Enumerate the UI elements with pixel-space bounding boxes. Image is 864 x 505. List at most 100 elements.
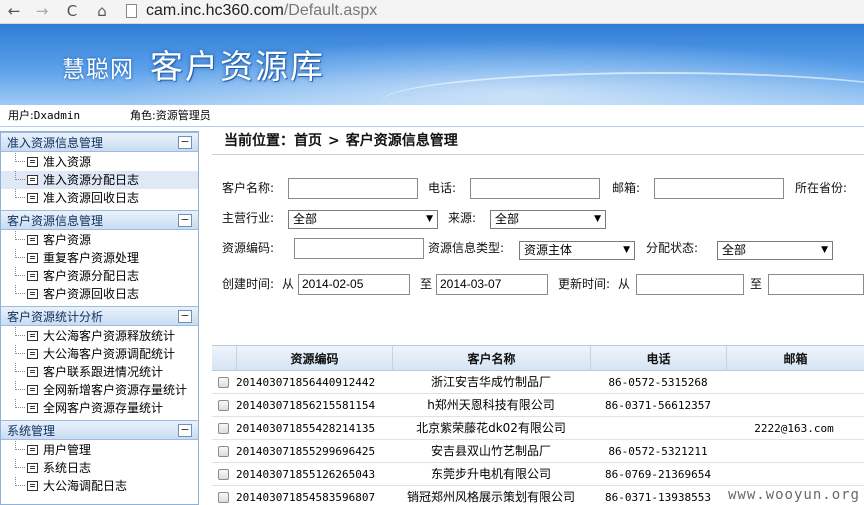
sidebar-item-users[interactable]: 用户管理	[1, 441, 198, 459]
sidebar-item-system-log[interactable]: 系统日志	[1, 459, 198, 477]
sidebar-item-followup-stats[interactable]: 客户联系跟进情况统计	[1, 363, 198, 381]
sidebar-item-label: 客户资源分配日志	[43, 269, 140, 283]
update-time-label: 更新时间:	[558, 277, 611, 291]
row-checkbox[interactable]	[218, 469, 229, 480]
assign-status-select[interactable]: 全部 ▼	[717, 241, 833, 260]
sidebar-item-access-assign-log[interactable]: 准入资源分配日志	[1, 171, 198, 189]
sidebar-item-label: 大公海客户资源释放统计	[43, 329, 176, 343]
menu-group-items: 大公海客户资源释放统计 大公海客户资源调配统计 客户联系跟进情况统计 全网新增客…	[1, 326, 198, 420]
cell-phone: 86-0572-5321211	[608, 445, 708, 458]
sidebar-item-access-resources[interactable]: 准入资源	[1, 153, 198, 171]
sidebar-item-customer-resources[interactable]: 客户资源	[1, 231, 198, 249]
address-bar[interactable]: cam.inc.hc360.com/Default.aspx	[120, 0, 864, 23]
dropdown-arrow-icon: ▼	[821, 245, 828, 255]
menu-group-title: 客户资源统计分析	[7, 310, 104, 324]
cell-email	[726, 394, 862, 417]
cell-customer-name[interactable]: 东莞步升电机有限公司	[392, 463, 590, 486]
header-phone[interactable]: 电话	[590, 346, 726, 372]
sidebar-item-new-stock-stats[interactable]: 全网新增客户资源存量统计	[1, 381, 198, 399]
sidebar-item-stock-stats[interactable]: 全网客户资源存量统计	[1, 399, 198, 417]
breadcrumb-home[interactable]: 当前位置：首页	[224, 133, 322, 149]
update-to-input[interactable]	[768, 274, 864, 295]
info-type-select[interactable]: 资源主体 ▼	[519, 241, 635, 260]
back-arrow-icon[interactable]: ←	[4, 2, 24, 20]
row-checkbox[interactable]	[218, 446, 229, 457]
info-type-selected: 资源主体	[524, 243, 573, 257]
table-row[interactable]: 201403071855126265043 东莞步升电机有限公司 86-0769…	[212, 463, 864, 486]
cell-customer-name[interactable]: 浙江安吉华成竹制品厂	[392, 371, 590, 394]
header-select-cell	[212, 346, 236, 372]
sidebar-item-release-stats[interactable]: 大公海客户资源释放统计	[1, 327, 198, 345]
collapse-icon[interactable]: −	[178, 310, 192, 323]
table-row[interactable]: 201403071855428214135 北京紫荣藤花dk02有限公司 222…	[212, 417, 864, 440]
row-checkbox[interactable]	[218, 377, 229, 388]
list-icon	[27, 175, 38, 185]
list-icon	[27, 157, 38, 167]
sidebar-item-allocation-stats[interactable]: 大公海客户资源调配统计	[1, 345, 198, 363]
sidebar-item-customer-assign-log[interactable]: 客户资源分配日志	[1, 267, 198, 285]
customer-name-label: 客户名称:	[222, 181, 275, 195]
collapse-icon[interactable]: −	[178, 214, 192, 227]
cell-resource-code: 201403071855299696425	[236, 445, 376, 458]
menu-group-customer-resources[interactable]: 客户资源信息管理 −	[1, 210, 198, 230]
update-from-input[interactable]	[636, 274, 744, 295]
header-resource-code[interactable]: 资源编码	[236, 346, 392, 372]
header-customer-name[interactable]: 客户名称	[392, 346, 590, 372]
phone-input[interactable]	[470, 178, 600, 199]
url-path: /Default.aspx	[283, 2, 378, 19]
sidebar-item-allocation-log[interactable]: 大公海调配日志	[1, 477, 198, 495]
forward-arrow-icon[interactable]: →	[32, 2, 52, 20]
sidebar-item-access-recycle-log[interactable]: 准入资源回收日志	[1, 189, 198, 207]
dropdown-arrow-icon: ▼	[623, 245, 630, 255]
sidebar-item-duplicate-resources[interactable]: 重复客户资源处理	[1, 249, 198, 267]
source-select[interactable]: 全部 ▼	[490, 210, 606, 229]
create-from-label: 从	[282, 277, 295, 291]
sidebar-item-label: 重复客户资源处理	[43, 251, 140, 265]
role-label: 角色:	[130, 109, 156, 122]
breadcrumb-separator: >	[328, 133, 340, 149]
collapse-icon[interactable]: −	[178, 424, 192, 437]
table-row[interactable]: 201403071856440912442 浙江安吉华成竹制品厂 86-0572…	[212, 371, 864, 394]
cell-customer-name[interactable]: 北京紫荣藤花dk02有限公司	[392, 417, 590, 440]
update-from-label: 从	[618, 277, 631, 291]
table-row[interactable]: 201403071856215581154 h郑州天恩科技有限公司 86-037…	[212, 394, 864, 417]
list-icon	[27, 367, 38, 377]
customer-name-input[interactable]	[288, 178, 418, 199]
row-checkbox[interactable]	[218, 400, 229, 411]
dropdown-arrow-icon: ▼	[426, 214, 433, 224]
list-icon	[27, 235, 38, 245]
table-header: 资源编码 客户名称 电话 邮箱	[212, 345, 864, 372]
row-checkbox[interactable]	[218, 423, 229, 434]
cell-resource-code: 201403071854583596807	[236, 491, 376, 504]
industry-select[interactable]: 全部 ▼	[288, 210, 438, 229]
resource-code-label: 资源编码:	[222, 241, 275, 255]
menu-group-system[interactable]: 系统管理 −	[1, 420, 198, 440]
role-value: 资源管理员	[155, 109, 211, 122]
email-label: 邮箱:	[612, 181, 641, 195]
list-icon	[27, 349, 38, 359]
collapse-icon[interactable]: −	[178, 136, 192, 149]
header-email[interactable]: 邮箱	[726, 346, 864, 372]
resource-table: 资源编码 客户名称 电话 邮箱 201403071856440912442 浙江…	[212, 345, 864, 505]
cell-customer-name[interactable]: 销冠郑州风格展示策划有限公司	[392, 486, 590, 505]
reload-icon[interactable]: C	[62, 2, 82, 20]
current-role: 角色:资源管理员	[130, 105, 211, 127]
email-input[interactable]	[654, 178, 784, 199]
menu-group-items: 客户资源 重复客户资源处理 客户资源分配日志 客户资源回收日志	[1, 230, 198, 306]
user-label: 用户:	[8, 109, 34, 122]
resource-code-input[interactable]	[294, 238, 424, 259]
home-icon[interactable]: ⌂	[92, 2, 112, 20]
list-icon	[27, 289, 38, 299]
menu-group-statistics[interactable]: 客户资源统计分析 −	[1, 306, 198, 326]
cell-resource-code: 201403071856440912442	[236, 376, 376, 389]
sidebar-item-label: 大公海调配日志	[43, 479, 128, 493]
cell-customer-name[interactable]: 安吉县双山竹艺制品厂	[392, 440, 590, 463]
create-to-input[interactable]: 2014-03-07	[436, 274, 548, 295]
cell-customer-name[interactable]: h郑州天恩科技有限公司	[392, 394, 590, 417]
table-row[interactable]: 201403071855299696425 安吉县双山竹艺制品厂 86-0572…	[212, 440, 864, 463]
menu-group-access-resources[interactable]: 准入资源信息管理 −	[1, 132, 198, 152]
row-checkbox[interactable]	[218, 492, 229, 503]
sidebar-item-customer-recycle-log[interactable]: 客户资源回收日志	[1, 285, 198, 303]
create-from-input[interactable]: 2014-02-05	[298, 274, 410, 295]
tree-line	[15, 363, 25, 372]
